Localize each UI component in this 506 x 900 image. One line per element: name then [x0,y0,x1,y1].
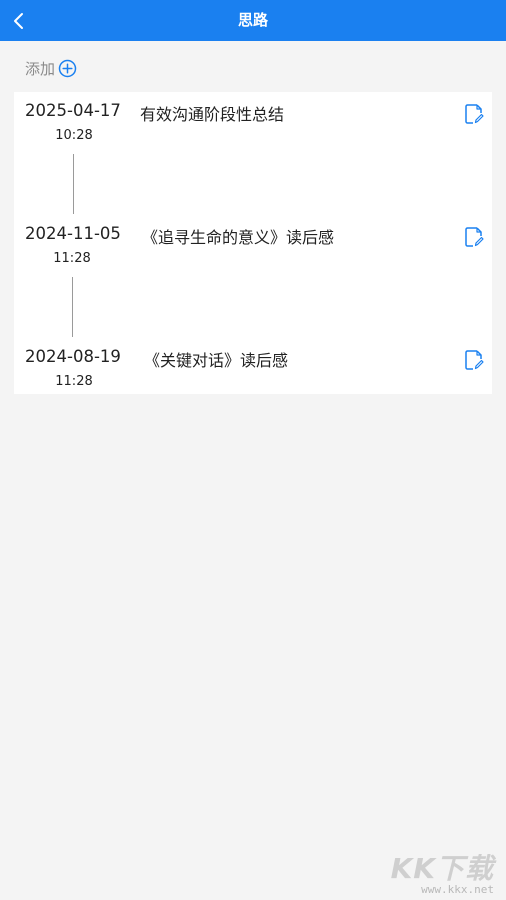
edit-document-icon [465,227,484,247]
timeline-entry[interactable]: 2024-08-19 《关键对话》读后感 11:28 [14,338,492,398]
entry-time: 11:28 [53,251,91,266]
top-bar: 思路 [0,0,506,41]
edit-button[interactable] [464,226,484,248]
entry-date: 2025-04-17 [25,101,121,120]
entry-time: 10:28 [55,128,93,143]
edit-button[interactable] [464,103,484,125]
watermark-brand: KK下载 [390,852,494,885]
entry-date: 2024-11-05 [25,224,121,243]
add-label: 添加 [25,59,56,78]
entry-title: 有效沟通阶段性总结 [140,105,285,124]
watermark-url: www.kkx.net [421,883,494,896]
timeline-connector [73,154,74,214]
page-title: 思路 [237,11,268,29]
plus-circle-icon [58,59,77,78]
entry-title: 《追寻生命的意义》读后感 [142,228,335,247]
entry-date: 2024-08-19 [25,347,121,366]
timeline-entry[interactable]: 2025-04-17 有效沟通阶段性总结 10:28 [14,92,492,152]
watermark: KK下载 www.kkx.net [391,854,494,896]
edit-button[interactable] [464,349,484,371]
entry-time: 11:28 [55,374,93,389]
timeline-entry[interactable]: 2024-11-05 《追寻生命的意义》读后感 11:28 [14,215,492,275]
timeline-card: 2025-04-17 有效沟通阶段性总结 10:28 2024-11-05 《追… [14,92,492,394]
timeline-connector [72,277,73,337]
edit-document-icon [465,350,484,370]
add-button[interactable]: 添加 [25,57,77,79]
edit-document-icon [465,104,484,124]
entry-title: 《关键对话》读后感 [144,351,289,370]
